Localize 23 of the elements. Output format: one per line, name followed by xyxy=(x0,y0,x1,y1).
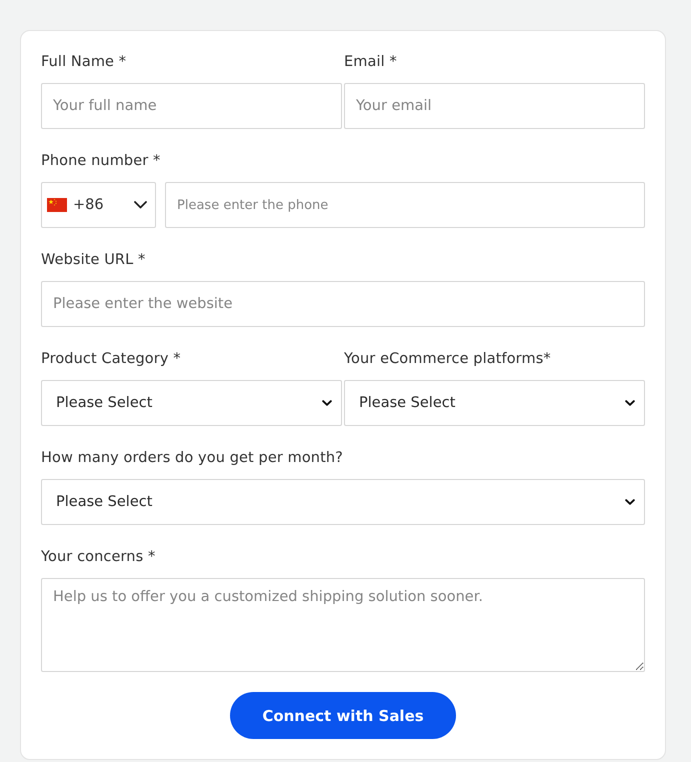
field-label: Full Name * xyxy=(41,53,128,72)
dropdown[interactable]: Please Select xyxy=(41,380,342,426)
field-label: Your concerns * xyxy=(41,548,156,567)
dropdown[interactable]: Please Select xyxy=(41,479,645,525)
field-label: How many orders do you get per month? xyxy=(41,449,344,468)
text-field[interactable]: Your email xyxy=(344,83,645,129)
field-label: Phone number * xyxy=(41,152,162,171)
text-area[interactable]: Help us to offer you a customized shipping solution sooner. xyxy=(41,578,645,672)
field-label: Website URL * xyxy=(41,251,146,270)
field-label: Your eCommerce platforms* xyxy=(344,350,552,369)
flag-icon xyxy=(47,198,67,212)
phone-field[interactable]: Please enter the phone xyxy=(165,182,645,228)
chevron-icon xyxy=(625,499,635,505)
submit-button[interactable]: Connect with Sales xyxy=(230,692,456,739)
text-field[interactable]: Your full name xyxy=(41,83,342,129)
chevron-icon xyxy=(322,400,332,406)
field-label: Product Category * xyxy=(41,350,182,369)
field-label: Email * xyxy=(344,53,398,72)
text-field[interactable]: Please enter the website xyxy=(41,281,645,327)
country-code-dropdown[interactable]: +86 xyxy=(41,182,156,228)
chevron-icon xyxy=(625,400,635,406)
dropdown[interactable]: Please Select xyxy=(344,380,645,426)
chevron-icon xyxy=(134,201,147,209)
